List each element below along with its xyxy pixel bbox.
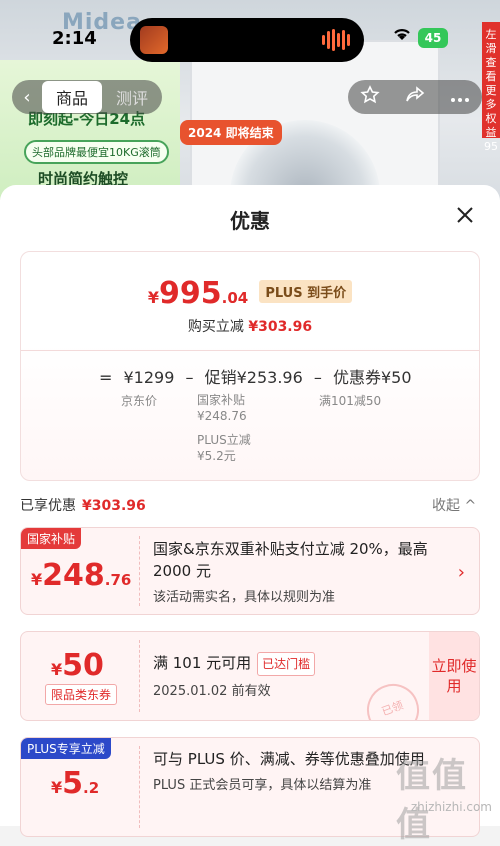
reduction-label: 购买立减 — [187, 319, 244, 335]
final-price-currency: ¥ — [147, 288, 160, 307]
subsidy-detail: 国家补贴 ¥248.76 — [197, 392, 247, 424]
discount-sheet: 优惠 ¥995.04 PLUS 到手价 购买立减 ¥303.96 = ¥1299… — [0, 185, 500, 837]
card-title: 国家&京东双重补贴支付立减 20%，最高 2000 元 — [153, 540, 428, 580]
card-amount-area: 国家补贴 ¥248.76 — [21, 528, 139, 614]
coupon-title: 满 101 元可用 — [153, 654, 252, 672]
year-end-badge: 2024 即将结束 — [180, 120, 282, 145]
enjoyed-amount: ¥303.96 — [82, 498, 146, 514]
final-price-integer: 995 — [159, 276, 222, 311]
summary-divider — [21, 350, 479, 351]
coupon-type-label: 限品类东券 — [45, 684, 118, 705]
formula-minus: – — [185, 368, 194, 387]
plus-price-tag: PLUS 到手价 — [259, 280, 353, 303]
promo-line-2: 头部品牌最便宜10KG滚筒 — [24, 140, 169, 164]
subsidy-card[interactable]: 国家补贴 ¥248.76 国家&京东双重补贴支付立减 20%，最高 2000 元… — [20, 527, 480, 615]
enjoyed-label: 已享优惠 — [20, 498, 76, 514]
audio-wave-icon — [322, 28, 352, 52]
enjoyed-discount: 已享优惠 ¥303.96 — [20, 495, 146, 515]
formula-jd-price: ¥1299 — [123, 368, 175, 387]
card-amount-integer: 248 — [42, 558, 105, 593]
card-amount-currency: ¥ — [31, 570, 43, 589]
subsidy-label: 国家补贴 — [197, 393, 246, 407]
more-icon[interactable] — [450, 87, 470, 108]
product-top-nav: ‹ 商品 测评 — [12, 80, 163, 114]
card-amount-area: PLUS专享立减 ¥5.2 — [21, 738, 139, 836]
coupon-condition: 满101减50 — [319, 394, 382, 408]
card-amount-decimal: .76 — [104, 571, 132, 589]
formula-minus: – — [313, 368, 322, 387]
reduction-amount: ¥303.96 — [248, 319, 313, 335]
jd-price-label: 京东价 — [121, 394, 158, 408]
card-tag: 国家补贴 — [21, 528, 82, 549]
card-amount-integer: 5 — [62, 766, 84, 801]
card-desc: 该活动需实名，具体以规则为准 — [153, 590, 336, 605]
chevron-right-icon[interactable]: › — [458, 562, 465, 583]
subsidy-value: ¥248.76 — [197, 409, 247, 423]
battery-indicator: 45 — [418, 28, 448, 48]
plus-label: PLUS立减 — [197, 433, 251, 447]
share-icon[interactable] — [405, 85, 425, 109]
watermark-logo: 值值值 — [396, 756, 468, 845]
tab-product[interactable]: 商品 — [42, 81, 103, 113]
watermark-text: zhizhizhi.com — [410, 800, 492, 814]
side-benefits-tag[interactable]: 左滑查看更多权益 95 — [482, 22, 500, 153]
status-time: 2:14 — [52, 28, 97, 49]
card-amount-decimal: .2 — [83, 779, 100, 797]
price-formula: = ¥1299 – 促销¥253.96 – 优惠券¥50 — [99, 364, 418, 388]
card-tag: PLUS专享立减 — [21, 738, 111, 759]
formula-promo: 促销¥253.96 — [204, 368, 303, 387]
card-separator — [139, 640, 140, 712]
star-icon[interactable] — [360, 84, 380, 110]
now-playing-artwork — [140, 26, 168, 54]
card-amount: ¥248.76 — [31, 558, 131, 593]
wifi-icon — [392, 26, 412, 46]
card-amount-area: ¥50 限品类东券 — [21, 632, 139, 720]
threshold-reached-badge: 已达门槛 — [257, 652, 316, 676]
card-amount-integer: 50 — [62, 648, 104, 683]
back-icon[interactable]: ‹ — [12, 87, 42, 108]
card-amount: ¥50 — [51, 648, 104, 683]
plus-detail: PLUS立减 ¥5.2元 — [197, 432, 251, 464]
final-price-row: ¥995.04 PLUS 到手价 — [21, 276, 479, 311]
plus-value: ¥5.2元 — [197, 449, 236, 463]
card-amount-currency: ¥ — [51, 778, 63, 797]
price-summary: ¥995.04 PLUS 到手价 购买立减 ¥303.96 = ¥1299 – … — [20, 251, 480, 481]
tab-review[interactable]: 测评 — [102, 81, 162, 113]
close-icon[interactable] — [456, 205, 474, 230]
top-actions — [348, 80, 482, 114]
card-separator — [139, 746, 140, 828]
formula-coupon: 优惠券¥50 — [332, 368, 412, 387]
final-price-decimal: .04 — [221, 289, 249, 307]
collapse-toggle[interactable]: 收起 ^ — [432, 495, 476, 515]
card-title: 满 101 元可用 已达门槛 — [153, 652, 419, 676]
formula-equals: = — [99, 368, 113, 387]
use-now-button[interactable]: 立即使用 — [429, 632, 479, 720]
status-bar: 2:14 45 — [0, 0, 500, 62]
purchase-reduction-row: 购买立减 ¥303.96 — [21, 316, 479, 336]
card-amount-currency: ¥ — [51, 660, 63, 679]
card-amount: ¥5.2 — [51, 766, 99, 801]
card-content: 国家&京东双重补贴支付立减 20%，最高 2000 元 该活动需实名，具体以规则… — [153, 538, 445, 605]
coupon-card[interactable]: ¥50 限品类东券 满 101 元可用 已达门槛 2025.01.02 前有效 已… — [20, 631, 480, 721]
card-separator — [139, 536, 140, 606]
dynamic-island[interactable] — [130, 18, 364, 62]
sheet-title: 优惠 — [230, 209, 270, 233]
